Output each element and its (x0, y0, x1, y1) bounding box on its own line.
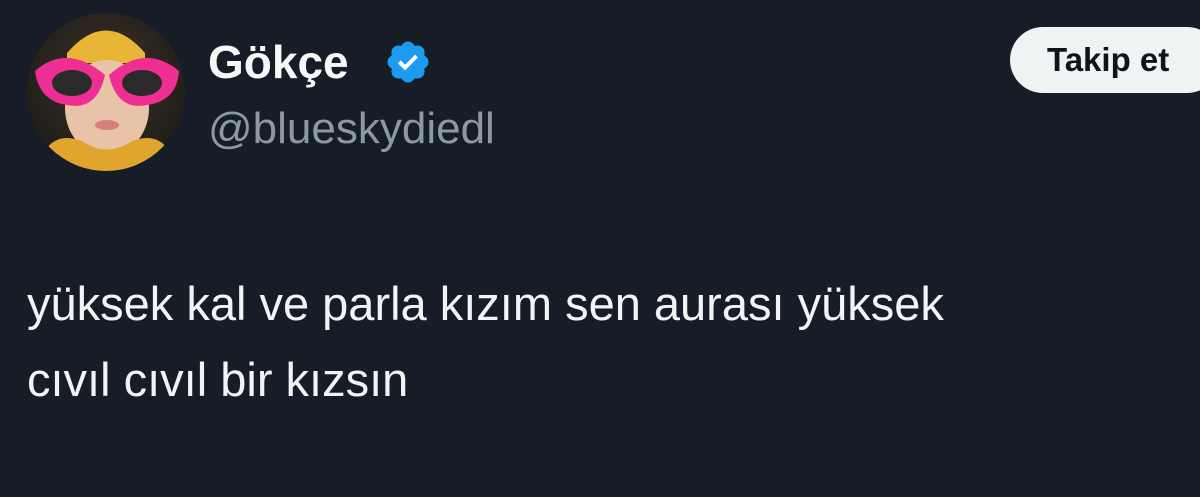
tweet-text-line: cıvıl cıvıl bir kızsın (27, 353, 409, 406)
verified-badge-icon (387, 41, 429, 83)
avatar-image (27, 13, 185, 171)
tweet-card: Gökçe @blueskydiedl Takip et yüksek kal … (0, 0, 1200, 497)
follow-button[interactable]: Takip et (1010, 27, 1200, 93)
author-display-name[interactable]: Gökçe (208, 34, 349, 90)
author-handle[interactable]: @blueskydiedl (208, 101, 495, 157)
avatar[interactable] (27, 13, 185, 171)
tweet-text: yüksek kal ve parla kızım sen aurası yük… (27, 266, 1187, 418)
tweet-text-line: yüksek kal ve parla kızım sen aurası yük… (27, 277, 944, 330)
